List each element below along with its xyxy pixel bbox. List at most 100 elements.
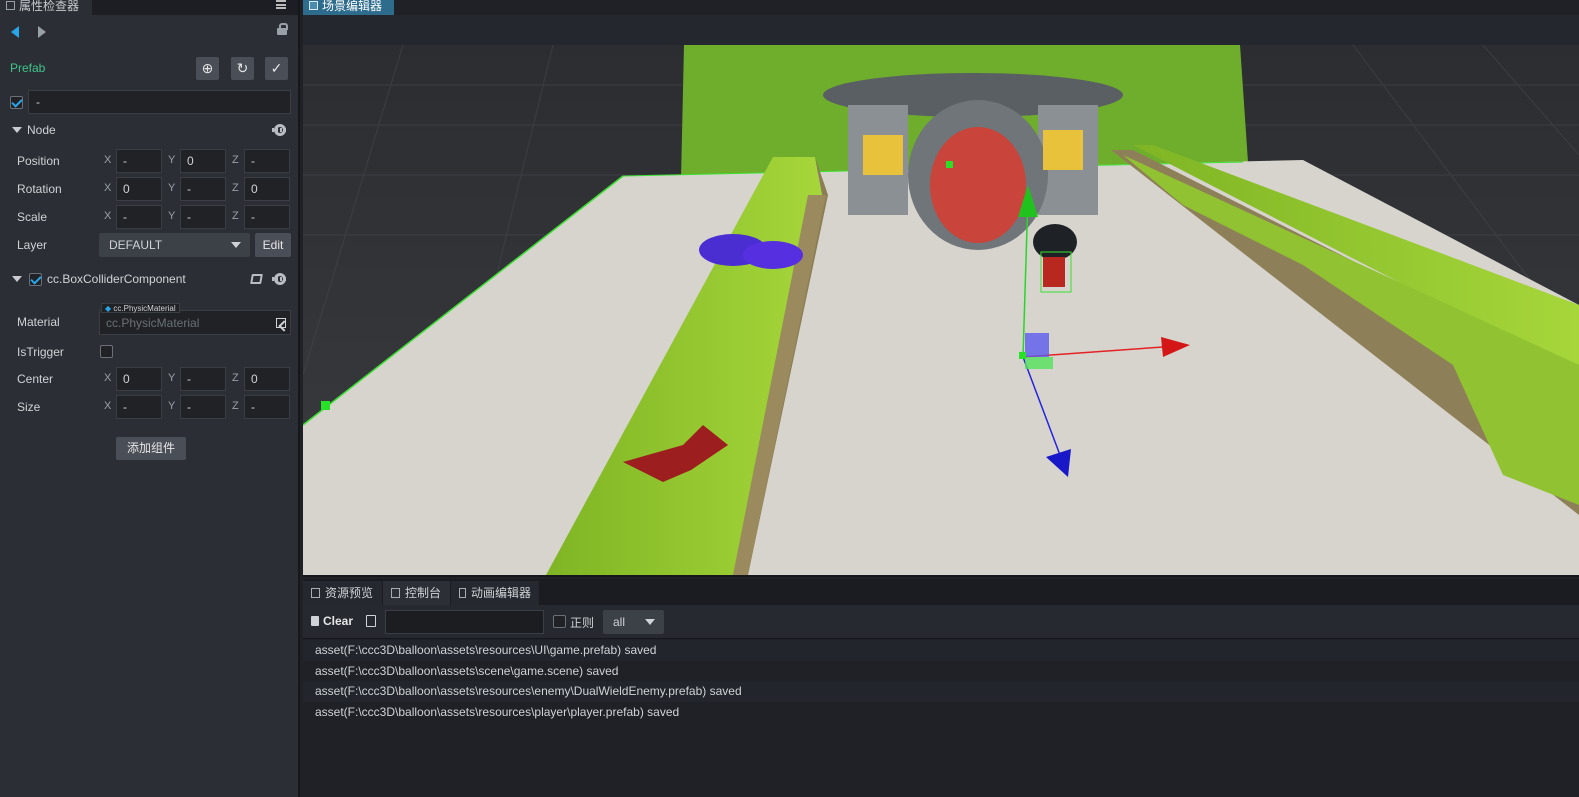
collapse-caret-icon[interactable] xyxy=(12,276,22,282)
tab-animation-editor[interactable]: 动画编辑器 xyxy=(451,581,539,605)
component-enabled-checkbox[interactable] xyxy=(29,273,42,286)
position-z-input[interactable]: - xyxy=(244,149,290,173)
asset-type-icon: ◆ xyxy=(105,304,112,313)
axis-z-label: Z xyxy=(232,372,239,384)
material-label: Material xyxy=(17,315,60,329)
node-name-field[interactable]: - xyxy=(28,90,291,114)
tab-scene-editor[interactable]: 场景编辑器 xyxy=(303,0,394,15)
regex-checkbox[interactable] xyxy=(553,615,566,628)
forward-arrow-icon[interactable] xyxy=(38,26,46,38)
console-toolbar: Clear 正则 all xyxy=(303,605,1579,639)
tab-asset-preview-label: 资源预览 xyxy=(325,586,374,600)
center-x-input[interactable]: 0 xyxy=(116,367,162,391)
console-tab-bar: 资源预览 控制台 动画编辑器 xyxy=(303,579,1579,605)
position-x-input[interactable]: - xyxy=(116,149,162,173)
rotation-z-input[interactable]: 0 xyxy=(244,177,290,201)
size-z-input[interactable]: - xyxy=(244,395,290,419)
center-z-input[interactable]: 0 xyxy=(244,367,290,391)
regex-label: 正则 xyxy=(570,616,595,630)
size-y-input[interactable]: - xyxy=(180,395,226,419)
center-y-input[interactable]: - xyxy=(180,367,226,391)
gear-icon[interactable] xyxy=(272,273,288,285)
trash-icon xyxy=(311,616,319,626)
scale-label: Scale xyxy=(17,210,48,224)
material-type-tag: ◆ cc.PhysicMaterial xyxy=(101,303,180,313)
component-section-header[interactable]: cc.BoxColliderComponent xyxy=(0,268,298,290)
check-circle-icon: ✓ xyxy=(270,60,283,76)
back-arrow-icon[interactable] xyxy=(11,26,19,38)
tab-console-label: 控制台 xyxy=(405,586,442,600)
log-entry[interactable]: asset(F:\ccc3D\balloon\assets\resources\… xyxy=(303,681,1579,702)
scene-viewport[interactable] xyxy=(303,45,1579,575)
open-log-file-icon[interactable] xyxy=(366,615,376,627)
log-entry[interactable]: asset(F:\ccc3D\balloon\assets\resources\… xyxy=(303,701,1579,722)
prefab-label: Prefab xyxy=(10,61,46,75)
position-y-input[interactable]: 0 xyxy=(180,149,226,173)
center-label: Center xyxy=(17,372,54,386)
scene-render xyxy=(303,45,1579,575)
node-section-header[interactable]: Node xyxy=(0,119,298,141)
log-filter-input[interactable] xyxy=(385,610,544,634)
rotation-x-input[interactable]: 0 xyxy=(116,177,162,201)
layer-select[interactable]: DEFAULT xyxy=(99,233,250,257)
scene-toolbar xyxy=(303,15,1579,46)
axis-x-label: X xyxy=(104,210,112,222)
editor-window: 属性检查器 Prefab ⊕ ↻ ✓ - Node Position X - Y… xyxy=(0,0,1579,797)
size-label: Size xyxy=(17,400,41,414)
scene-icon xyxy=(309,1,318,10)
chevron-down-icon xyxy=(645,619,655,625)
help-book-icon[interactable] xyxy=(250,274,263,284)
collapse-caret-icon[interactable] xyxy=(12,127,22,133)
console-panel: 资源预览 控制台 动画编辑器 Clear 正则 all asset(F:\ccc… xyxy=(303,575,1579,797)
axis-x-label: X xyxy=(104,400,112,412)
layer-label: Layer xyxy=(17,238,48,252)
node-section-title: Node xyxy=(27,123,56,137)
log-level-value: all xyxy=(613,615,626,629)
prefab-apply-button[interactable]: ✓ xyxy=(265,57,288,80)
asset-pick-icon[interactable] xyxy=(276,318,286,328)
istrigger-checkbox[interactable] xyxy=(100,345,113,358)
axis-x-label: X xyxy=(104,182,112,194)
axis-z-label: Z xyxy=(232,400,239,412)
console-icon xyxy=(391,588,400,598)
gear-icon[interactable] xyxy=(272,124,288,136)
tab-inspector[interactable]: 属性检查器 xyxy=(0,0,92,15)
tab-asset-preview[interactable]: 资源预览 xyxy=(303,581,382,605)
layer-edit-button[interactable]: Edit xyxy=(255,233,291,257)
prefab-select-button[interactable]: ⊕ xyxy=(196,57,219,80)
istrigger-label: IsTrigger xyxy=(17,345,64,359)
axis-y-label: Y xyxy=(168,372,176,384)
scale-x-input[interactable]: - xyxy=(116,205,162,229)
layer-value: DEFAULT xyxy=(109,238,163,252)
log-entry[interactable]: asset(F:\ccc3D\balloon\assets\scene\game… xyxy=(303,660,1579,681)
tab-scene-label: 场景编辑器 xyxy=(322,0,383,13)
house-door xyxy=(930,127,1026,243)
axis-z-label: Z xyxy=(232,210,239,222)
clear-button[interactable]: Clear xyxy=(311,614,353,628)
panel-menu-icon[interactable] xyxy=(276,0,286,9)
tab-inspector-label: 属性检查器 xyxy=(19,0,80,13)
add-component-button[interactable]: 添加组件 xyxy=(116,437,186,460)
clear-label: Clear xyxy=(323,614,354,628)
axis-y-label: Y xyxy=(168,210,176,222)
refresh-icon: ↻ xyxy=(236,60,249,76)
prefab-revert-button[interactable]: ↻ xyxy=(231,57,254,80)
tab-console[interactable]: 控制台 xyxy=(383,581,450,605)
chevron-down-icon xyxy=(231,242,241,248)
log-level-select[interactable]: all xyxy=(603,610,664,634)
component-title: cc.BoxColliderComponent xyxy=(47,272,186,286)
scale-z-input[interactable]: - xyxy=(244,205,290,229)
rotation-label: Rotation xyxy=(17,182,62,196)
log-entry[interactable]: asset(F:\ccc3D\balloon\assets\resources\… xyxy=(303,640,1579,661)
size-x-input[interactable]: - xyxy=(116,395,162,419)
position-label: Position xyxy=(17,154,60,168)
lock-icon[interactable] xyxy=(277,23,288,36)
axis-z-label: Z xyxy=(232,154,239,166)
log-list: asset(F:\ccc3D\balloon\assets\resources\… xyxy=(303,640,1579,722)
rotation-y-input[interactable]: - xyxy=(180,177,226,201)
target-icon: ⊕ xyxy=(201,60,214,76)
node-active-checkbox[interactable] xyxy=(10,96,23,109)
axis-y-label: Y xyxy=(168,154,176,166)
scale-y-input[interactable]: - xyxy=(180,205,226,229)
animation-icon xyxy=(459,588,466,598)
